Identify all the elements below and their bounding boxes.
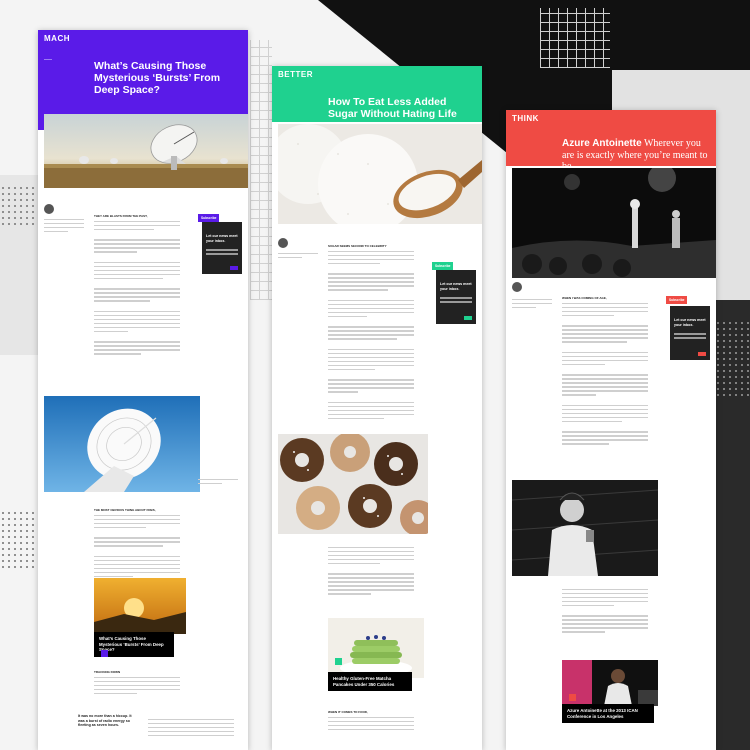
related-article-image[interactable]	[94, 578, 186, 634]
mach-article-body: THEY ARE BLASTS FROM THE PAST,	[94, 214, 180, 357]
mach-logo[interactable]: MACH	[38, 30, 76, 47]
background-dot-pattern	[0, 185, 40, 225]
subscribe-tag: Subscribe	[432, 262, 454, 270]
think-article-card: THINK Azure Antoinette Wherever you are …	[506, 110, 716, 750]
performer-hero-image	[512, 168, 716, 278]
portrait-image	[512, 480, 658, 576]
lead-caps: SUGAR SEEMS SECOND TO CELEBRITY	[328, 244, 387, 248]
mach-article-body-2: THE MOST OBVIOUS THING ABOUT FRBS,	[94, 508, 180, 580]
subscribe-text: Let our news meet your inbox.	[440, 282, 472, 291]
author-bio	[512, 296, 552, 311]
section3-caps: TRACKING DOWN	[94, 670, 121, 674]
mach-article-card: MACH What’s Causing Those Mysterious ‘Bu…	[38, 30, 248, 750]
author-avatar[interactable]	[278, 238, 288, 248]
better-article-body-2	[328, 544, 414, 597]
think-article-body-2	[562, 586, 648, 635]
subscribe-button[interactable]	[698, 352, 706, 356]
lead-caps: THEY ARE BLASTS FROM THE PAST,	[94, 214, 148, 218]
better-logo[interactable]: BETTER	[272, 66, 319, 83]
sugar-hero-image	[278, 124, 482, 224]
background-dot-pattern	[715, 320, 750, 400]
author-bio	[44, 216, 84, 235]
think-logo[interactable]: THINK	[506, 110, 545, 127]
author-avatar[interactable]	[512, 282, 522, 292]
title-name: Azure Antoinette	[562, 138, 642, 149]
subscribe-text: Let our news meet your inbox.	[206, 234, 238, 243]
better-article-card: BETTER How To Eat Less Added Sugar Witho…	[272, 66, 482, 750]
radio-dish-image	[44, 396, 200, 492]
related-arrow-button[interactable]	[101, 650, 108, 657]
better-article-title: How To Eat Less Added Sugar Without Hati…	[328, 96, 457, 121]
section2-caps: WHEN IT COMES TO FOOD,	[328, 710, 368, 714]
background-grid-pattern	[540, 8, 610, 68]
mach-article-body-3: TRACKING DOWN	[94, 670, 180, 697]
pull-quote: It was no more than a hiccup. It was a b…	[78, 714, 132, 728]
subscribe-button[interactable]	[230, 266, 238, 270]
author-avatar[interactable]	[44, 204, 54, 214]
mach-article-body-4	[148, 716, 234, 739]
mach-article-title: What’s Causing Those Mysterious ‘Bursts’…	[94, 60, 221, 97]
related-article-image[interactable]	[328, 618, 424, 678]
related-article-title[interactable]: Azure Antoinette at the 2013 ICAN Confer…	[562, 704, 654, 723]
subscribe-tag: Subscribe	[666, 296, 688, 304]
subscribe-tag: Subscribe	[198, 214, 220, 222]
telescope-hero-image	[44, 114, 248, 188]
subscribe-text: Let our news meet your inbox.	[674, 318, 706, 327]
related-arrow-button[interactable]	[335, 658, 342, 665]
lead-caps: WHEN I WAS COMING OF AGE,	[562, 296, 607, 300]
donuts-image	[278, 434, 428, 534]
related-article-title[interactable]: Healthy Gluten-Free Matcha Pancakes Unde…	[328, 672, 412, 691]
background-grid-pattern	[250, 40, 272, 300]
background-dot-pattern	[0, 510, 36, 570]
think-article-body: WHEN I WAS COMING OF AGE,	[562, 296, 648, 447]
image-caption	[198, 476, 238, 487]
author-bio	[278, 250, 318, 261]
better-article-body-3: WHEN IT COMES TO FOOD,	[328, 710, 414, 733]
section2-caps: THE MOST OBVIOUS THING ABOUT FRBS,	[94, 508, 156, 512]
related-arrow-button[interactable]	[569, 694, 576, 701]
better-article-body: SUGAR SEEMS SECOND TO CELEBRITY	[328, 244, 414, 422]
related-article-image[interactable]	[562, 660, 658, 706]
subscribe-button[interactable]	[464, 316, 472, 320]
